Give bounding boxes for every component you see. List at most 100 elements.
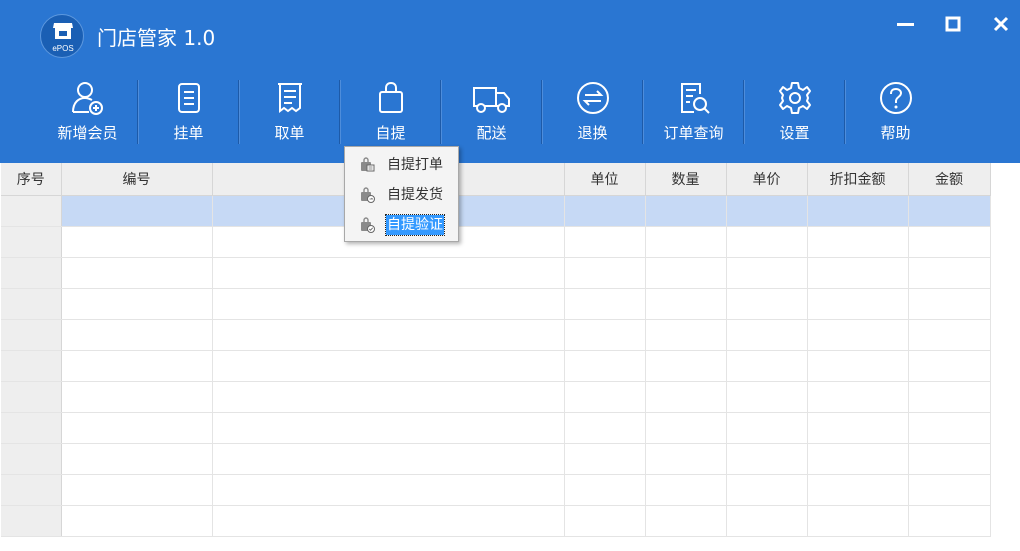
column-header-code[interactable]: 编号 [61,163,213,196]
help-button[interactable]: 帮助 [845,78,946,148]
table-row[interactable] [1,226,991,258]
table-cell[interactable] [212,474,565,506]
row-header-cell[interactable] [1,226,62,258]
order-search-button[interactable]: 订单查询 [643,78,744,148]
table-cell[interactable] [726,505,808,538]
row-header-cell[interactable] [1,319,62,351]
table-cell[interactable] [807,350,909,382]
table-cell[interactable] [212,443,565,475]
table-cell[interactable] [564,412,646,444]
table-row[interactable] [1,381,991,413]
table-row[interactable] [1,350,991,382]
table-cell[interactable] [61,443,213,475]
table-cell[interactable] [908,350,991,382]
table-cell[interactable] [645,226,727,258]
table-cell[interactable] [807,474,909,506]
table-cell[interactable] [564,195,646,227]
column-header-discount[interactable]: 折扣金额 [807,163,909,196]
table-cell[interactable] [807,381,909,413]
table-cell[interactable] [726,474,808,506]
table-cell[interactable] [807,195,909,227]
table-cell[interactable] [908,257,991,289]
table-cell[interactable] [564,288,646,320]
table-cell[interactable] [212,412,565,444]
column-header-quantity[interactable]: 数量 [645,163,727,196]
table-cell[interactable] [908,319,991,351]
table-cell[interactable] [908,288,991,320]
table-cell[interactable] [908,381,991,413]
row-header-cell[interactable] [1,195,62,227]
row-header-cell[interactable] [1,257,62,289]
table-cell[interactable] [807,412,909,444]
table-cell[interactable] [645,319,727,351]
table-cell[interactable] [645,381,727,413]
table-cell[interactable] [61,474,213,506]
retrieve-order-button[interactable]: 取单 [239,78,340,148]
table-cell[interactable] [61,412,213,444]
minimize-button[interactable] [894,12,918,36]
table-cell[interactable] [564,381,646,413]
column-header-amount[interactable]: 金额 [908,163,991,196]
table-row[interactable] [1,257,991,289]
table-cell[interactable] [807,226,909,258]
table-cell[interactable] [726,443,808,475]
row-header-cell[interactable] [1,474,62,506]
close-button[interactable] [989,12,1013,36]
table-cell[interactable] [212,319,565,351]
column-header-index[interactable]: 序号 [1,163,62,196]
table-cell[interactable] [61,195,213,227]
table-cell[interactable] [564,350,646,382]
table-cell[interactable] [807,319,909,351]
table-cell[interactable] [564,443,646,475]
table-cell[interactable] [908,195,991,227]
table-cell[interactable] [212,257,565,289]
row-header-cell[interactable] [1,443,62,475]
table-cell[interactable] [645,412,727,444]
row-header-cell[interactable] [1,505,62,538]
menu-item-pickup-ship[interactable]: 自提发货 [345,181,458,209]
table-cell[interactable] [61,350,213,382]
table-cell[interactable] [726,226,808,258]
table-cell[interactable] [645,505,727,538]
table-cell[interactable] [564,474,646,506]
table-cell[interactable] [908,505,991,538]
table-cell[interactable] [61,288,213,320]
table-cell[interactable] [61,226,213,258]
table-row[interactable] [1,412,991,444]
table-row[interactable] [1,195,991,227]
table-cell[interactable] [726,350,808,382]
table-row[interactable] [1,288,991,320]
table-cell[interactable] [908,443,991,475]
table-cell[interactable] [807,443,909,475]
table-cell[interactable] [212,381,565,413]
menu-item-pickup-verify[interactable]: 自提验证 [345,211,458,239]
table-cell[interactable] [726,288,808,320]
table-row[interactable] [1,319,991,351]
exchange-button[interactable]: 退换 [542,78,643,148]
table-cell[interactable] [908,474,991,506]
row-header-cell[interactable] [1,381,62,413]
menu-item-pickup-print[interactable]: 自提打单 [345,151,458,179]
table-cell[interactable] [726,381,808,413]
table-cell[interactable] [212,505,565,538]
table-cell[interactable] [726,195,808,227]
table-cell[interactable] [908,226,991,258]
maximize-button[interactable] [941,12,965,36]
table-cell[interactable] [645,350,727,382]
hold-order-button[interactable]: 挂单 [138,78,239,148]
delivery-button[interactable]: 配送 [441,78,542,148]
add-member-button[interactable]: 新增会员 [37,78,138,148]
settings-button[interactable]: 设置 [744,78,845,148]
table-cell[interactable] [564,505,646,538]
row-header-cell[interactable] [1,288,62,320]
table-row[interactable] [1,505,991,538]
table-cell[interactable] [564,319,646,351]
table-cell[interactable] [807,257,909,289]
table-cell[interactable] [61,257,213,289]
row-header-cell[interactable] [1,350,62,382]
self-pickup-button[interactable]: 自提 [340,78,441,148]
table-cell[interactable] [212,288,565,320]
table-cell[interactable] [564,257,646,289]
table-cell[interactable] [645,257,727,289]
table-cell[interactable] [212,350,565,382]
